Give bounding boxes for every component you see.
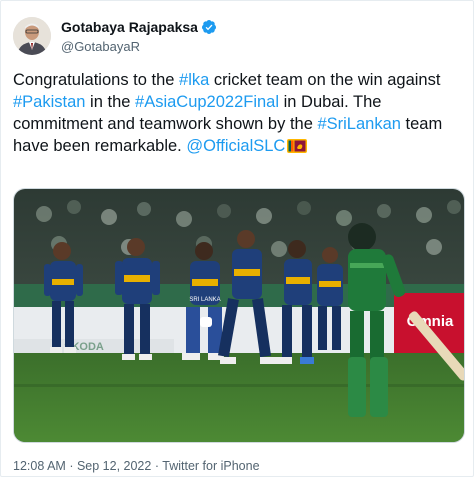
tweet-text-segment: cricket team on the win against <box>209 71 441 89</box>
tweet-source: Twitter for iPhone <box>162 459 260 473</box>
meta-separator: · <box>154 459 159 473</box>
tweet-card: Gotabaya Rajapaksa @GotabayaR Congratula… <box>0 0 474 477</box>
tweet-time[interactable]: 12:08 AM <box>13 459 66 473</box>
tweet-meta: 12:08 AM · Sep 12, 2022 · Twitter for iP… <box>13 459 260 473</box>
mention-link[interactable]: @OfficialSLC <box>186 137 285 155</box>
author-display-name[interactable]: Gotabaya Rajapaksa <box>61 19 198 35</box>
verified-badge-icon <box>201 19 217 35</box>
tweet-text: Congratulations to the #lka cricket team… <box>13 69 465 157</box>
tweet-photo[interactable]: Omnia SKODA SRI LANKA <box>13 188 465 443</box>
tweet-date[interactable]: Sep 12, 2022 <box>77 459 151 473</box>
tweet-text-segment: in the <box>85 93 136 111</box>
hashtag-link[interactable]: #AsiaCup2022Final <box>135 93 279 111</box>
hashtag-link[interactable]: #lka <box>179 71 209 89</box>
jersey-label: SRI LANKA <box>189 297 220 303</box>
tweet-text-segment: Congratulations to the <box>13 71 180 89</box>
hashtag-link[interactable]: #SriLankan <box>317 115 400 133</box>
author-handle[interactable]: @GotabayaR <box>61 39 140 54</box>
tweet-header: Gotabaya Rajapaksa @GotabayaR <box>13 13 461 57</box>
hashtag-link[interactable]: #Pakistan <box>13 93 85 111</box>
avatar[interactable] <box>13 17 51 55</box>
author-name-row: Gotabaya Rajapaksa <box>61 19 217 35</box>
sri-lanka-flag-icon <box>287 137 308 153</box>
meta-separator: · <box>69 459 74 473</box>
